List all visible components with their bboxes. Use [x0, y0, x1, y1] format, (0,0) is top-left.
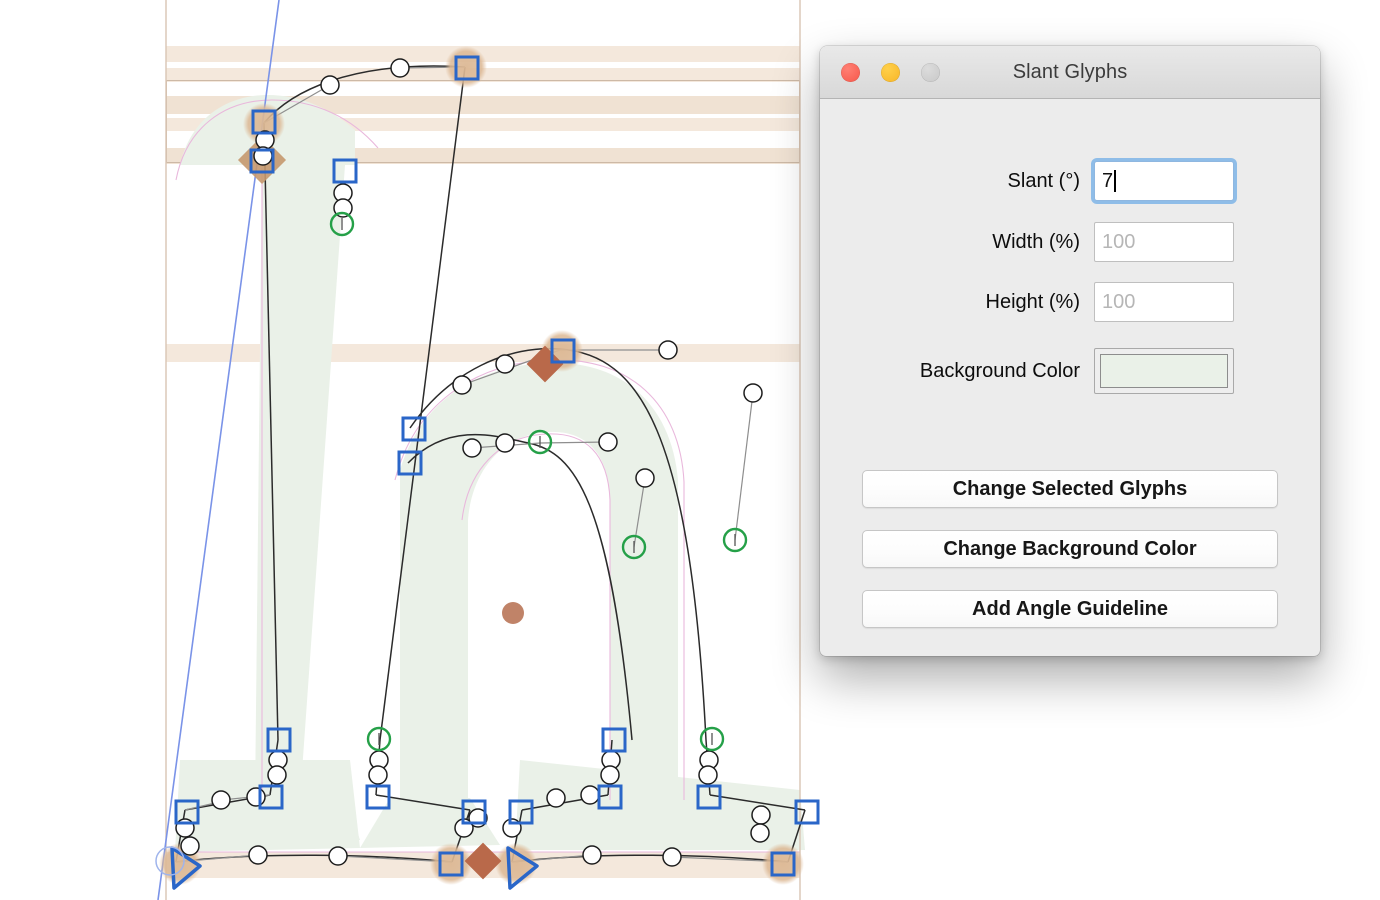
change-selected-glyphs-label: Change Selected Glyphs [952, 477, 1188, 500]
slant-row: Slant (°) 7 [820, 161, 1234, 201]
width-label: Width (%) [992, 230, 1080, 253]
width-input-placeholder: 100 [1102, 230, 1136, 253]
background-color-well[interactable] [1094, 348, 1234, 394]
height-input-placeholder: 100 [1102, 290, 1136, 313]
height-input[interactable]: 100 [1094, 282, 1234, 322]
width-input[interactable]: 100 [1094, 222, 1234, 262]
slant-glyphs-dialog[interactable]: Slant Glyphs Slant (°) 7 Width (%) 100 H… [820, 46, 1320, 656]
dialog-body: Slant (°) 7 Width (%) 100 Height (%) 100… [820, 99, 1320, 657]
center-point [502, 602, 524, 624]
window-title: Slant Glyphs [1012, 60, 1128, 83]
background-color-label: Background Color [919, 359, 1080, 382]
change-selected-glyphs-button[interactable]: Change Selected Glyphs [862, 470, 1278, 508]
background-color-swatch [1100, 354, 1228, 388]
window-titlebar[interactable]: Slant Glyphs [820, 46, 1320, 99]
height-row: Height (%) 100 [820, 282, 1234, 322]
text-caret [1114, 170, 1116, 192]
slant-input[interactable]: 7 [1094, 161, 1234, 201]
add-angle-guideline-label: Add Angle Guideline [972, 597, 1168, 620]
width-row: Width (%) 100 [820, 222, 1234, 262]
slant-input-value: 7 [1102, 169, 1114, 192]
slant-label: Slant (°) [1007, 169, 1080, 192]
add-angle-guideline-button[interactable]: Add Angle Guideline [862, 590, 1278, 628]
background-color-row: Background Color [820, 348, 1234, 394]
change-background-color-button[interactable]: Change Background Color [862, 530, 1278, 568]
height-label: Height (%) [985, 290, 1080, 313]
change-background-color-label: Change Background Color [943, 537, 1197, 560]
